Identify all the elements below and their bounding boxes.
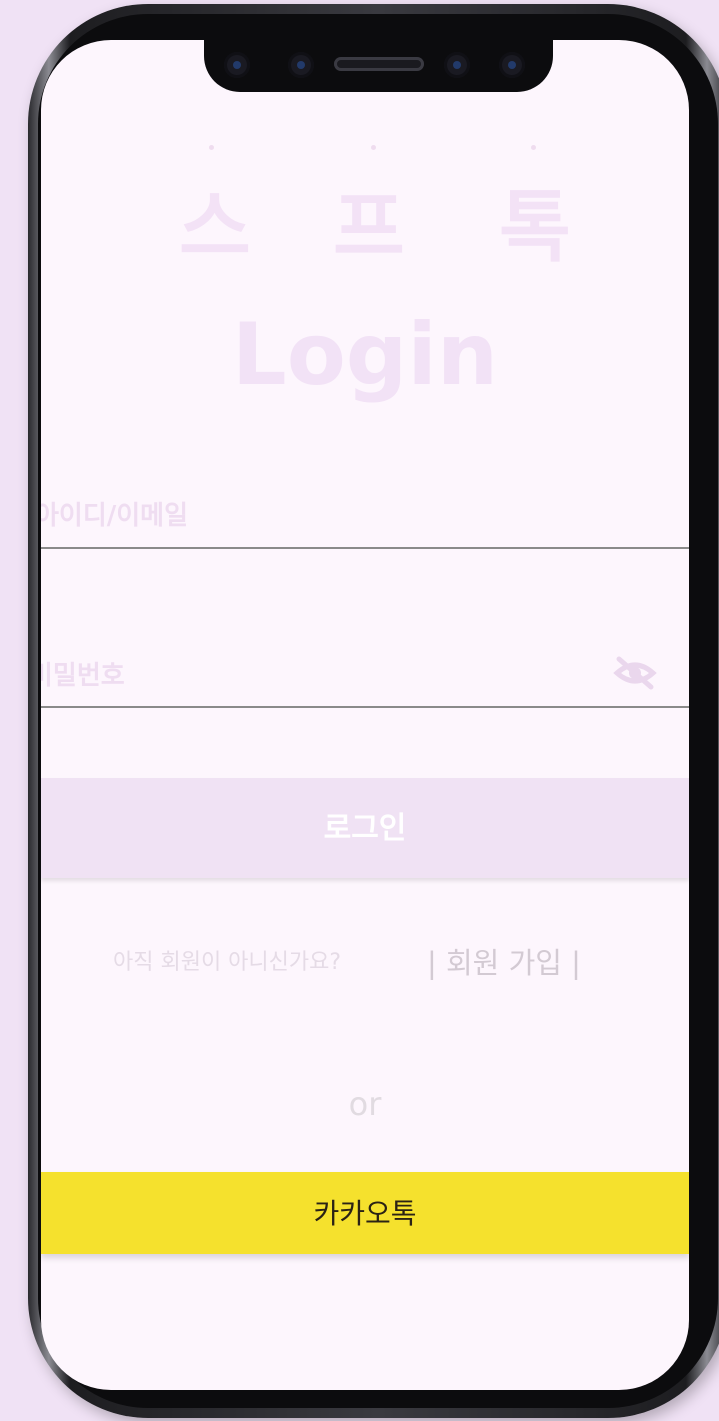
logo-dot — [371, 145, 376, 150]
earpiece-speaker — [334, 57, 424, 71]
face-id-sensor — [499, 52, 525, 78]
id-field-underline — [41, 547, 689, 549]
app-logo: 스 프 톡 — [41, 100, 689, 273]
password-input[interactable] — [41, 655, 605, 707]
front-camera — [288, 52, 314, 78]
kakao-login-button[interactable]: 카카오톡 — [41, 1172, 689, 1254]
front-sensor — [224, 52, 250, 78]
app-screen: 스 프 톡 Login 아이디/이메일 비밀번호 로그인 아직 회원이 아니신가… — [41, 40, 689, 1390]
front-camera-lens — [444, 52, 470, 78]
or-divider: or — [348, 1085, 382, 1123]
page-title: Login — [231, 305, 499, 405]
signup-question: 아직 회원이 아니신가요? — [113, 950, 342, 975]
phone-notch — [204, 40, 553, 92]
logo-char: 톡 — [499, 183, 571, 273]
logo-dot — [209, 145, 214, 150]
eye-off-icon[interactable] — [613, 655, 657, 691]
signup-link[interactable]: | 회원 가입 | — [427, 940, 581, 982]
logo-char: 프 — [333, 183, 405, 273]
logo-dot — [531, 145, 536, 150]
login-button[interactable]: 로그인 — [41, 778, 689, 878]
password-field-underline — [41, 706, 689, 708]
id-email-input[interactable] — [41, 495, 645, 547]
logo-char: 스 — [179, 183, 251, 273]
signup-row: 아직 회원이 아니신가요? | 회원 가입 | — [41, 940, 689, 980]
